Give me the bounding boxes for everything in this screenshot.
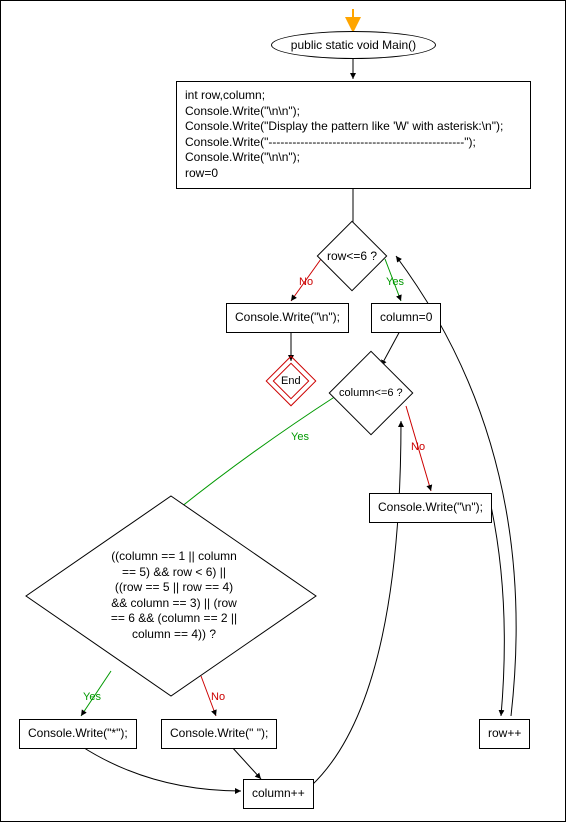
- init-block: int row,column; Console.Write("\n\n"); C…: [176, 81, 531, 189]
- write-nl-right-text: Console.Write("\n");: [378, 500, 483, 514]
- init-line-2: Console.Write("Display the pattern like …: [185, 119, 522, 135]
- cond-col-text: column<=6 ?: [339, 387, 403, 399]
- big-cond-line-5: column == 4)) ?: [89, 627, 259, 643]
- init-line-1: Console.Write("\n\n");: [185, 104, 522, 120]
- write-star-text: Console.Write("*");: [28, 726, 128, 740]
- cond-row-diamond: row<=6 ?: [317, 221, 388, 292]
- big-cond-line-1: == 5) && row < 6) ||: [89, 565, 259, 581]
- cond-row-no-label: No: [299, 276, 313, 288]
- cond-col-no-label: No: [411, 441, 425, 453]
- init-line-3: Console.Write("-------------------------…: [185, 135, 522, 151]
- col-init: column=0: [371, 303, 441, 333]
- big-cond-line-0: ((column == 1 || column: [89, 549, 259, 565]
- big-diamond-text: ((column == 1 || column == 5) && row < 6…: [89, 549, 259, 643]
- col-init-text: column=0: [380, 310, 432, 324]
- write-space: Console.Write(" ");: [161, 719, 277, 749]
- big-cond-yes-label: Yes: [83, 691, 101, 703]
- write-space-text: Console.Write(" ");: [170, 726, 268, 740]
- big-cond-no-label: No: [211, 691, 225, 703]
- cond-row-text: row<=6 ?: [327, 249, 377, 263]
- end-text: End: [281, 375, 301, 387]
- big-cond-line-4: == 6 && (column == 2 ||: [89, 611, 259, 627]
- init-line-4: Console.Write("\n\n");: [185, 150, 522, 166]
- entry-ellipse: public static void Main(): [271, 31, 436, 59]
- col-inc-text: column++: [252, 786, 305, 800]
- row-inc: row++: [479, 719, 530, 749]
- cond-row-yes-label: Yes: [386, 276, 404, 288]
- row-inc-text: row++: [488, 726, 521, 740]
- write-nl-left: Console.Write("\n");: [226, 303, 349, 333]
- entry-label: public static void Main(): [291, 38, 416, 52]
- big-cond-line-3: && column == 3) || (row: [89, 596, 259, 612]
- cond-col-yes-label: Yes: [291, 431, 309, 443]
- init-line-5: row=0: [185, 166, 522, 182]
- write-nl-right: Console.Write("\n");: [369, 493, 492, 523]
- flowchart-container: public static void Main() int row,column…: [0, 0, 566, 822]
- cond-col-diamond: column<=6 ?: [329, 351, 414, 436]
- write-nl-left-text: Console.Write("\n");: [235, 310, 340, 324]
- big-cond-line-2: ((row == 5 || row == 4): [89, 580, 259, 596]
- init-line-0: int row,column;: [185, 88, 522, 104]
- write-star: Console.Write("*");: [19, 719, 137, 749]
- col-inc: column++: [243, 779, 314, 809]
